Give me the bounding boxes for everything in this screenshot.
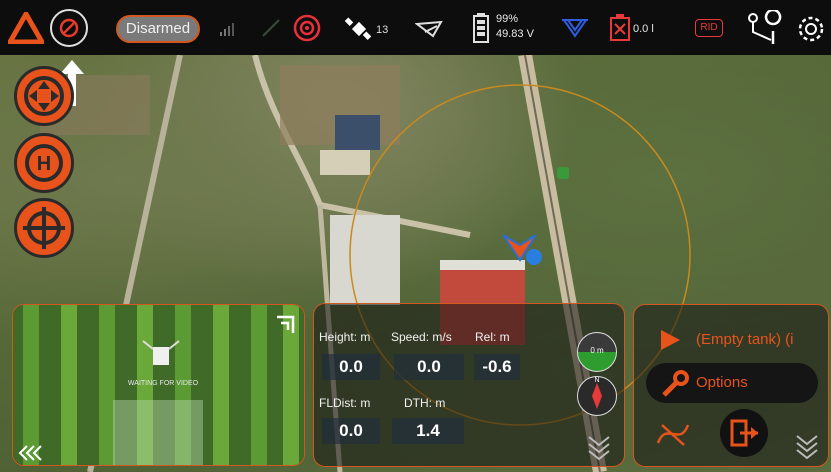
altitude-gauge: 0 m bbox=[577, 332, 617, 372]
speed-value: 0.0 bbox=[394, 354, 464, 380]
battery-icon bbox=[473, 13, 489, 43]
svg-text:H: H bbox=[37, 153, 51, 175]
manual-control-button[interactable] bbox=[14, 66, 74, 126]
remote-id-badge[interactable]: RID bbox=[695, 19, 723, 37]
height-value: 0.0 bbox=[322, 354, 380, 380]
height-label: Height: m bbox=[319, 330, 371, 344]
prohibited-icon bbox=[59, 18, 79, 38]
compass-gauge: N bbox=[577, 376, 617, 416]
play-icon[interactable] bbox=[659, 329, 681, 351]
home-h-icon: H bbox=[25, 144, 63, 182]
dpad-icon bbox=[24, 76, 64, 116]
top-status-bar: Disarmed 13 99% 49.83 V 0.0 l RID bbox=[0, 0, 831, 55]
wrench-icon bbox=[662, 370, 689, 397]
drone-placeholder-icon bbox=[142, 340, 180, 365]
drone-position-icon[interactable] bbox=[498, 230, 543, 275]
flight-mode-icon[interactable] bbox=[415, 18, 445, 40]
expand-corner-icon[interactable] bbox=[275, 315, 297, 337]
mission-panel: (Empty tank) (i Options bbox=[633, 304, 829, 467]
mission-collapse-chevrons-icon[interactable] bbox=[794, 433, 820, 461]
map-marker-icon bbox=[557, 167, 569, 179]
dth-label: DTH: m bbox=[404, 396, 446, 410]
no-fly-toggle-button[interactable] bbox=[50, 9, 88, 47]
battery-percent: 99% bbox=[496, 13, 519, 25]
satellite-icon[interactable] bbox=[344, 15, 374, 43]
target-rtk-icon[interactable] bbox=[292, 13, 322, 43]
video-panel[interactable]: WAITING FOR VIDEO bbox=[12, 304, 305, 466]
app-logo-icon[interactable] bbox=[8, 12, 44, 44]
altitude-gauge-value: 0 m bbox=[590, 346, 604, 355]
center-target-button[interactable] bbox=[14, 198, 74, 258]
start-mission-button[interactable]: (Empty tank) (i bbox=[696, 331, 828, 348]
satellite-count: 13 bbox=[376, 24, 389, 36]
return-home-button[interactable]: H bbox=[14, 133, 74, 193]
tank-value: 0.0 l bbox=[633, 23, 654, 35]
tank-icon[interactable] bbox=[608, 12, 632, 44]
collapse-left-icon[interactable] bbox=[17, 443, 47, 463]
compass-north-label: N bbox=[594, 377, 600, 384]
options-label: Options bbox=[696, 374, 748, 391]
rel-label: Rel: m bbox=[475, 330, 510, 344]
rel-value: -0.6 bbox=[474, 354, 520, 380]
arm-status-button[interactable]: Disarmed bbox=[116, 15, 200, 43]
fldist-label: FLDist: m bbox=[319, 396, 371, 410]
flight-data-panel: Height: m Speed: m/s Rel: m 0.0 0.0 -0.6… bbox=[313, 303, 625, 467]
settings-gear-icon[interactable] bbox=[795, 13, 827, 45]
spray-pattern-icon[interactable] bbox=[560, 16, 590, 40]
options-button[interactable]: Options bbox=[646, 363, 818, 403]
panel-collapse-chevrons-icon[interactable] bbox=[586, 434, 612, 462]
route-crossed-icon[interactable] bbox=[656, 419, 690, 449]
fldist-value: 0.0 bbox=[322, 418, 380, 444]
exit-button[interactable] bbox=[720, 409, 768, 457]
speed-label: Speed: m/s bbox=[391, 330, 452, 344]
signal-strength-icon bbox=[220, 23, 234, 36]
battery-voltage: 49.83 V bbox=[496, 28, 534, 40]
video-status-text: WAITING FOR VIDEO bbox=[127, 380, 199, 387]
dth-value: 1.4 bbox=[392, 418, 464, 444]
route-pin-icon[interactable] bbox=[745, 10, 787, 50]
telemetry-link-icon bbox=[262, 19, 280, 37]
crosshair-icon bbox=[23, 207, 65, 249]
exit-door-icon bbox=[730, 419, 758, 447]
